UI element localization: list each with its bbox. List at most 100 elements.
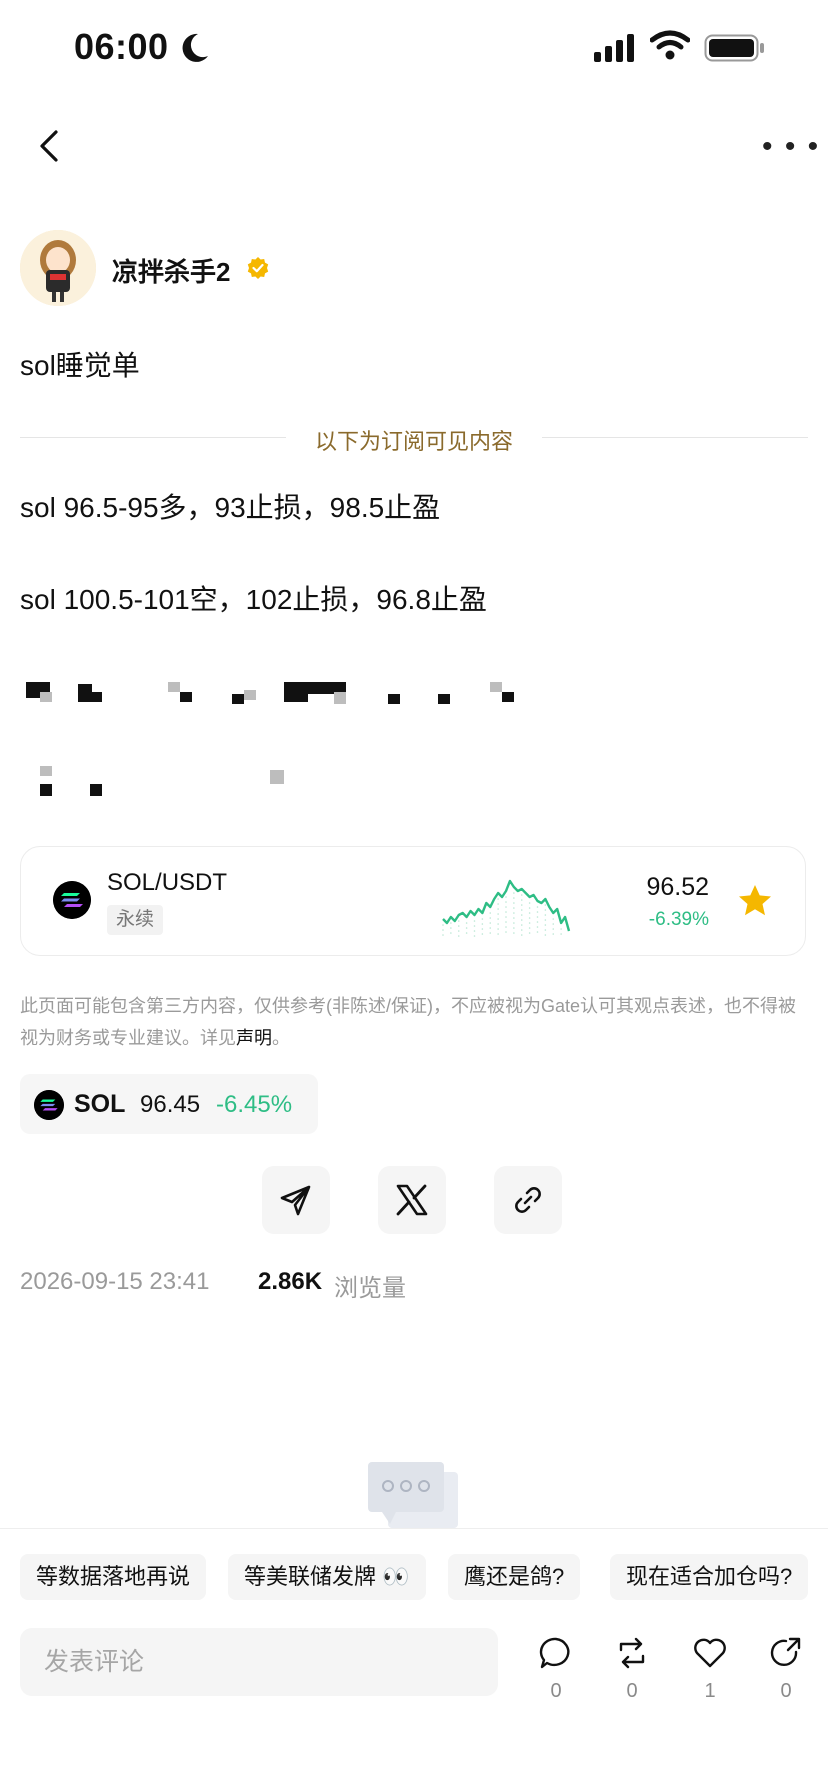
sparkline-fill-dot bbox=[465, 927, 468, 929]
coin-price: 96.45 bbox=[140, 1091, 201, 1118]
divider-label: 以下为订阅可见内容 bbox=[292, 429, 535, 454]
sparkline-fill-dot bbox=[450, 932, 452, 934]
disclaimer: 此页面可能包含第三方内容，仅供参考(非陈述/保证)，不应被视为Gate认可其观点… bbox=[20, 990, 810, 1054]
solana-logo-icon bbox=[53, 881, 91, 919]
sparkline-fill-dot bbox=[544, 909, 547, 911]
sparkline-fill-dot bbox=[536, 931, 539, 933]
sparkline-fill-dot bbox=[442, 929, 444, 931]
card-change: -6.39% bbox=[648, 909, 709, 930]
suggestion-chip[interactable]: 等美联储发牌 👀 bbox=[228, 1554, 426, 1600]
sparkline-fill-dot bbox=[489, 927, 492, 929]
sparkline-fill-dot bbox=[513, 907, 515, 909]
sparkline-fill-dot bbox=[513, 932, 515, 934]
like-action[interactable]: 1 bbox=[690, 1636, 730, 1703]
disclaimer-tail: 。 bbox=[272, 1028, 290, 1048]
share-count: 0 bbox=[780, 1680, 792, 1702]
view-count: 2.86K bbox=[258, 1268, 323, 1295]
suggestion-chip[interactable]: 等数据落地再说 bbox=[20, 1554, 207, 1600]
like-count: 1 bbox=[704, 1680, 716, 1702]
sparkline-fill-dot bbox=[497, 923, 499, 925]
post-line: sol 96.5-95多，93止损，98.5止盈 bbox=[20, 492, 441, 523]
sparkline-fill-dot bbox=[450, 922, 452, 924]
author-name[interactable]: 凉拌杀手2 bbox=[112, 252, 230, 289]
sparkline-fill-dot bbox=[473, 935, 476, 937]
sparkline-fill-dot bbox=[544, 914, 547, 916]
moon-icon bbox=[182, 33, 208, 62]
disclaimer-link[interactable]: 声明 bbox=[236, 1028, 272, 1048]
sparkline-fill-dot bbox=[505, 916, 507, 918]
sparkline-fill-dot bbox=[528, 932, 531, 934]
avatar[interactable] bbox=[20, 230, 96, 306]
sparkline-fill-dot bbox=[465, 932, 468, 934]
sparkline-fill-dot bbox=[442, 934, 444, 936]
comment-icon bbox=[539, 1637, 570, 1669]
sparkline-fill-dot bbox=[520, 909, 523, 911]
post-title: sol睡觉单 bbox=[20, 350, 140, 381]
sparkline-fill-dot bbox=[473, 930, 476, 932]
sparkline-fill-dot bbox=[505, 896, 507, 898]
sparkline-fill-dot bbox=[544, 924, 547, 926]
comment-count: 0 bbox=[550, 1680, 562, 1702]
bottom-separator bbox=[0, 1528, 828, 1529]
share-x-button[interactable] bbox=[378, 1166, 446, 1234]
price-sparkline bbox=[442, 879, 571, 937]
post-line: sol 100.5-101空，102止损，96.8止盈 bbox=[20, 584, 487, 615]
sparkline-fill-dot bbox=[544, 904, 547, 906]
coin-symbol: SOL bbox=[74, 1090, 126, 1118]
market-card[interactable]: SOL/USDT 永续 96.52 -6.39% bbox=[20, 846, 806, 956]
subscription-divider: 以下为订阅可见内容 bbox=[20, 424, 808, 454]
sparkline-fill-dot bbox=[505, 931, 507, 933]
sparkline-fill-dot bbox=[481, 928, 484, 930]
share-telegram-button[interactable] bbox=[262, 1166, 330, 1234]
sparkline-fill-dot bbox=[505, 911, 507, 913]
sparkline-fill-dot bbox=[473, 925, 476, 927]
share-action[interactable]: 0 bbox=[766, 1636, 806, 1703]
sparkline-fill-dot bbox=[489, 932, 492, 934]
comment-action[interactable]: 0 bbox=[536, 1636, 576, 1703]
sparkline-fill-dot bbox=[442, 924, 444, 926]
repost-icon bbox=[619, 1637, 645, 1669]
sparkline-fill-dot bbox=[520, 919, 523, 921]
favorite-star-icon[interactable] bbox=[737, 883, 773, 919]
suggestion-chip[interactable]: 现在适合加仓吗? bbox=[610, 1554, 809, 1600]
sparkline-fill-dot bbox=[497, 903, 499, 905]
sparkline-fill-dot bbox=[536, 926, 539, 928]
sparkline-fill-dot bbox=[520, 924, 523, 926]
sparkline-fill-dot bbox=[513, 897, 515, 899]
sparkline-fill-dot bbox=[457, 925, 460, 927]
link-icon bbox=[515, 1187, 541, 1213]
sparkline-fill-dot bbox=[457, 920, 460, 922]
sparkline-fill-dot bbox=[520, 899, 523, 901]
sparkline-fill-dot bbox=[536, 916, 539, 918]
sparkline-fill-dot bbox=[552, 928, 555, 930]
sparkline-fill-dot bbox=[544, 929, 547, 931]
comment-input[interactable] bbox=[20, 1628, 498, 1696]
sparkline-fill-dot bbox=[489, 912, 492, 914]
sparkline-fill-dot bbox=[505, 921, 507, 923]
sparkline-fill-dot bbox=[465, 922, 468, 924]
copy-link-button[interactable] bbox=[494, 1166, 562, 1234]
sparkline-fill-dot bbox=[481, 918, 484, 920]
sparkline-fill-dot bbox=[560, 933, 562, 935]
sparkline-fill-dot bbox=[505, 926, 507, 928]
sparkline-fill-dot bbox=[457, 935, 460, 937]
sparkline-fill-dot bbox=[552, 933, 555, 935]
sparkline-fill-dot bbox=[513, 902, 515, 904]
sparkline-fill-dot bbox=[497, 918, 499, 920]
like-icon bbox=[694, 1638, 726, 1668]
status-bar: 06:00 bbox=[0, 0, 828, 100]
coin-chip[interactable]: SOL 96.45 -6.45% bbox=[20, 1074, 318, 1134]
suggestion-chip[interactable]: 鹰还是鸽? bbox=[448, 1554, 581, 1600]
status-time: 06:00 bbox=[74, 26, 169, 67]
more-options-icon[interactable]: • • • bbox=[762, 132, 820, 162]
coin-change: -6.45% bbox=[216, 1091, 293, 1118]
back-arrow-icon[interactable] bbox=[32, 126, 68, 166]
sparkline-fill-dot bbox=[497, 928, 499, 930]
sparkline-fill-dot bbox=[528, 907, 531, 909]
sparkline-fill-dot bbox=[536, 921, 539, 923]
sparkline-fill-dot bbox=[489, 917, 492, 919]
repost-action[interactable]: 0 bbox=[612, 1636, 652, 1703]
card-price: 96.52 bbox=[646, 873, 709, 901]
battery-icon bbox=[704, 34, 764, 62]
sparkline-fill-dot bbox=[489, 922, 492, 924]
